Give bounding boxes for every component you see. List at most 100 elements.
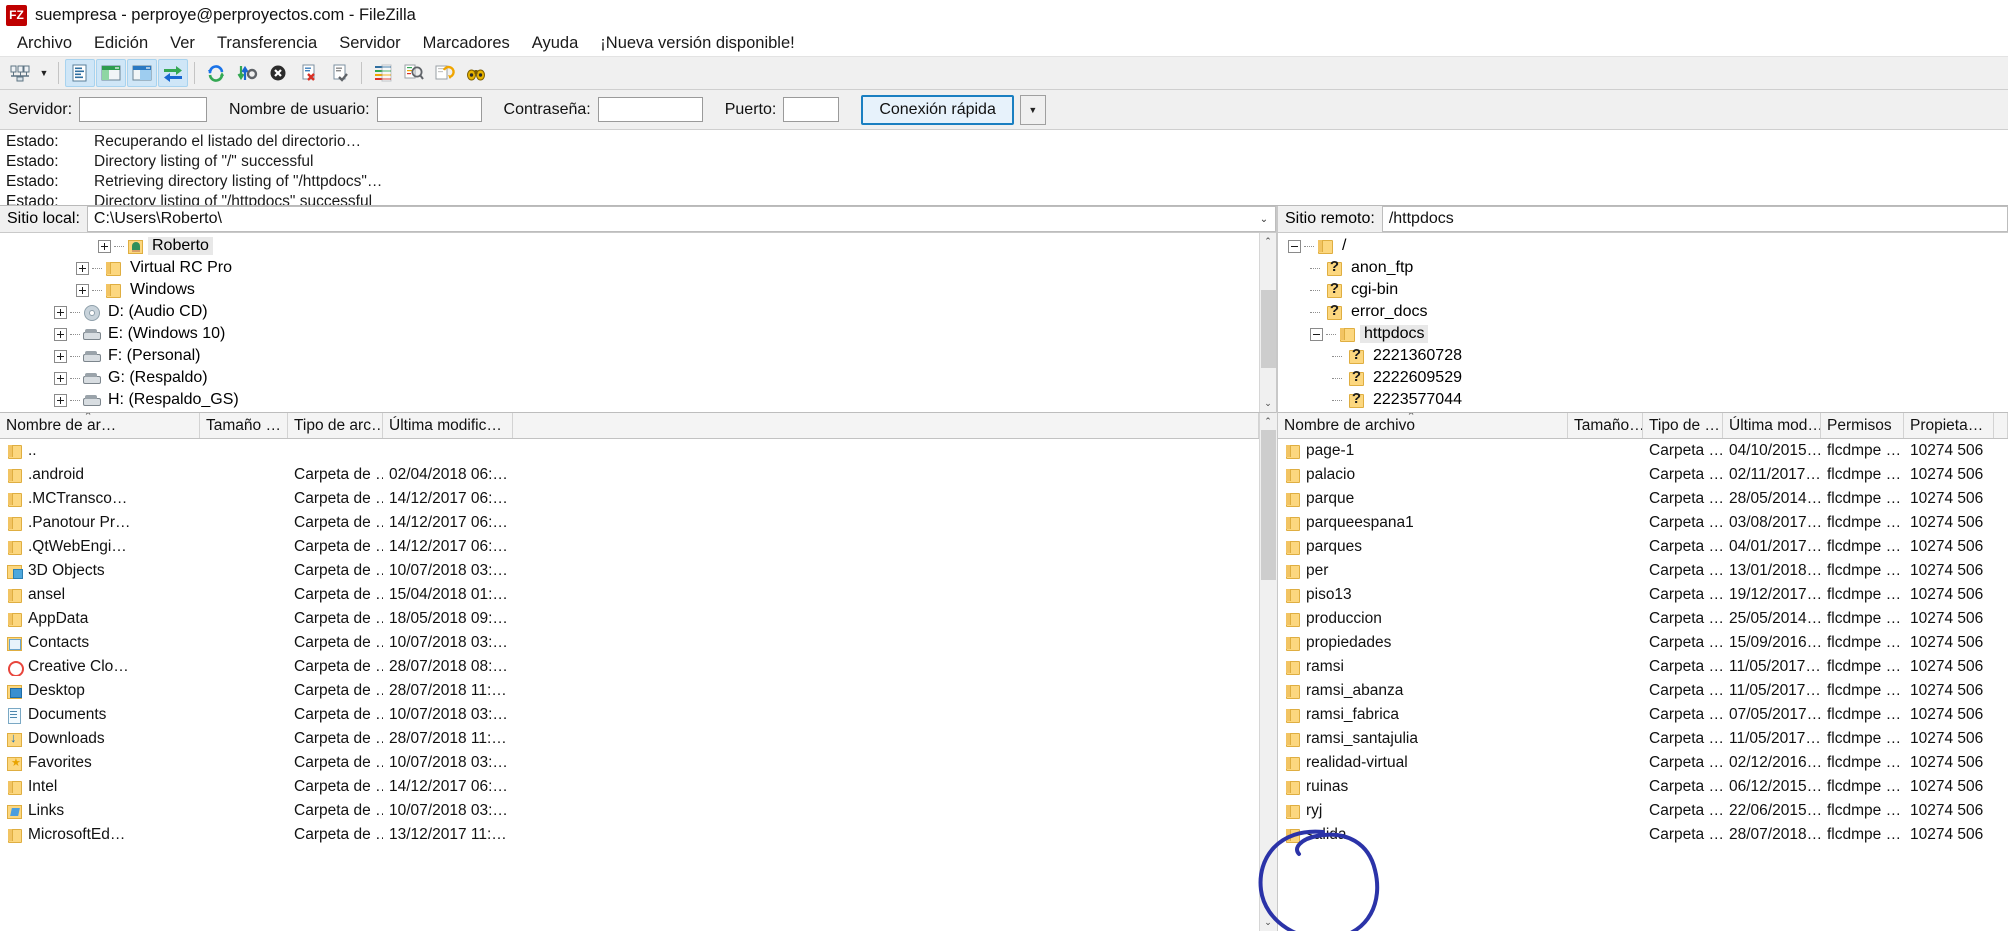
file-row[interactable]: .MCTransco… Carpeta de … 14/12/2017 06:…: [0, 487, 1259, 511]
file-row[interactable]: Favorites Carpeta de … 10/07/2018 03:…: [0, 751, 1259, 775]
file-row[interactable]: salida Carpeta … 28/07/2018… flcdmpe … 10274…: [1278, 823, 2008, 847]
password-input[interactable]: [597, 97, 703, 122]
local-file-list-scrollbar[interactable]: ⌃ ⌄: [1259, 413, 1277, 931]
expand-icon[interactable]: [54, 349, 67, 363]
toggle-local-tree-icon[interactable]: [96, 59, 126, 87]
expand-icon[interactable]: [54, 371, 67, 385]
menu-item-marcadores[interactable]: Marcadores: [412, 32, 521, 55]
tree-item-[interactable]: /: [1278, 235, 2008, 257]
column-header-3[interactable]: Última mod…: [1723, 413, 1821, 438]
toggle-message-log-icon[interactable]: [65, 59, 95, 87]
column-header-3[interactable]: Última modific…: [383, 413, 513, 438]
file-row[interactable]: ..: [0, 439, 1259, 463]
toggle-transfer-queue-icon[interactable]: [158, 59, 188, 87]
expand-icon[interactable]: [76, 261, 89, 275]
local-tree-scrollbar[interactable]: ⌃ ⌄: [1259, 233, 1276, 412]
scroll-up-icon[interactable]: ⌃: [1259, 413, 1277, 430]
disconnect-icon[interactable]: [294, 59, 324, 87]
column-header-1[interactable]: Tamaño …: [200, 413, 288, 438]
file-row[interactable]: ramsi_santajulia Carpeta … 11/05/2017… flcd…: [1278, 727, 2008, 751]
file-row[interactable]: Contacts Carpeta de … 10/07/2018 03:…: [0, 631, 1259, 655]
file-row[interactable]: ramsi_abanza Carpeta … 11/05/2017… flcdmpe …: [1278, 679, 2008, 703]
directory-compare-icon[interactable]: [399, 59, 429, 87]
filter-icon[interactable]: [368, 59, 398, 87]
collapse-icon[interactable]: [1288, 239, 1301, 253]
reconnect-icon[interactable]: [325, 59, 355, 87]
quick-connect-dropdown-icon[interactable]: ▼: [1019, 94, 1046, 125]
server-input[interactable]: [79, 97, 208, 122]
column-header-1[interactable]: Tamaño…: [1568, 413, 1643, 438]
file-row[interactable]: Intel Carpeta de … 14/12/2017 06:…: [0, 775, 1259, 799]
file-row[interactable]: produccion Carpeta … 25/05/2014… flcdmpe … 1…: [1278, 607, 2008, 631]
local-path-value[interactable]: C:\Users\Roberto\: [88, 210, 1253, 228]
scroll-up-icon[interactable]: ⌃: [1259, 233, 1276, 250]
remote-path-combobox[interactable]: /httpdocs: [1382, 206, 2008, 232]
file-row[interactable]: ramsi Carpeta … 11/05/2017… flcdmpe … 10274 …: [1278, 655, 2008, 679]
local-file-list[interactable]: Nombre de ar… ⌃ Tamaño … Tipo de arc… Última…: [0, 413, 1277, 931]
file-row[interactable]: .QtWebEngi… Carpeta de … 14/12/2017 06:…: [0, 535, 1259, 559]
file-row[interactable]: propiedades Carpeta … 15/09/2016… flcdmpe ……: [1278, 631, 2008, 655]
remote-directory-tree[interactable]: /anon_ftp cgi-bin error_docs httpdocs 222136…: [1278, 233, 2008, 413]
menu-item-transferencia[interactable]: Transferencia: [206, 32, 328, 55]
file-row[interactable]: per Carpeta … 13/01/2018… flcdmpe … 10274 50…: [1278, 559, 2008, 583]
file-row[interactable]: ruinas Carpeta … 06/12/2015… flcdmpe … 10274…: [1278, 775, 2008, 799]
column-header-4[interactable]: Permisos: [1821, 413, 1904, 438]
file-row[interactable]: parques Carpeta … 04/01/2017… flcdmpe … 1027…: [1278, 535, 2008, 559]
tree-item-error-docs[interactable]: error_docs: [1278, 301, 2008, 323]
scroll-down-icon[interactable]: ⌄: [1259, 395, 1276, 412]
remote-path-value[interactable]: /httpdocs: [1383, 210, 2007, 228]
expand-icon[interactable]: [76, 283, 89, 297]
tree-item-windows[interactable]: Windows: [0, 279, 1259, 301]
menu-item-archivo[interactable]: Archivo: [6, 32, 83, 55]
local-file-scroll-track[interactable]: [1259, 430, 1277, 914]
menu-item-nueva-versi-n-disponible[interactable]: ¡Nueva versión disponible!: [589, 32, 805, 55]
tree-item-e-windows-10[interactable]: E: (Windows 10): [0, 323, 1259, 345]
toggle-remote-tree-icon[interactable]: [127, 59, 157, 87]
file-row[interactable]: AppData Carpeta de … 18/05/2018 09:…: [0, 607, 1259, 631]
expand-icon[interactable]: [98, 239, 111, 253]
file-row[interactable]: MicrosoftEd… Carpeta de … 13/12/2017 11:…: [0, 823, 1259, 847]
chevron-down-icon[interactable]: ⌄: [1253, 214, 1275, 225]
file-row[interactable]: palacio Carpeta … 02/11/2017… flcdmpe … 1027…: [1278, 463, 2008, 487]
tree-item-h-respaldo-gs[interactable]: H: (Respaldo_GS): [0, 389, 1259, 411]
file-row[interactable]: ramsi_fabrica Carpeta … 07/05/2017… flcdmpe…: [1278, 703, 2008, 727]
column-header-0[interactable]: Nombre de archivo ⌃: [1278, 413, 1568, 438]
column-header-5[interactable]: Propieta…: [1904, 413, 1994, 438]
file-row[interactable]: Creative Clo… Carpeta de … 28/07/2018 08:…: [0, 655, 1259, 679]
tree-item-httpdocs[interactable]: httpdocs: [1278, 323, 2008, 345]
expand-icon[interactable]: [54, 305, 67, 319]
local-file-scroll-thumb[interactable]: [1260, 430, 1276, 580]
tree-item-2223577044[interactable]: 2223577044: [1278, 389, 2008, 411]
tree-item-f-personal[interactable]: F: (Personal): [0, 345, 1259, 367]
tree-item-2221360728[interactable]: 2221360728: [1278, 345, 2008, 367]
file-row[interactable]: ansel Carpeta de … 15/04/2018 01:…: [0, 583, 1259, 607]
tree-item-g-respaldo[interactable]: G: (Respaldo): [0, 367, 1259, 389]
file-row[interactable]: realidad-virtual Carpeta … 02/12/2016… flcd…: [1278, 751, 2008, 775]
file-row[interactable]: 3D Objects Carpeta de … 10/07/2018 03:…: [0, 559, 1259, 583]
menu-item-ayuda[interactable]: Ayuda: [521, 32, 590, 55]
file-row[interactable]: Links Carpeta de … 10/07/2018 03:…: [0, 799, 1259, 823]
file-row[interactable]: parque Carpeta … 28/05/2014… flcdmpe … 10274…: [1278, 487, 2008, 511]
process-queue-icon[interactable]: [232, 59, 262, 87]
local-path-combobox[interactable]: C:\Users\Roberto\ ⌄: [87, 206, 1276, 232]
file-row[interactable]: .android Carpeta de … 02/04/2018 06:…: [0, 463, 1259, 487]
expand-icon[interactable]: [54, 393, 67, 407]
file-row[interactable]: page-1 Carpeta … 04/10/2015… flcdmpe … 10274…: [1278, 439, 2008, 463]
local-directory-tree[interactable]: Roberto Virtual RC Pro Windows D: (Audio CD…: [0, 233, 1276, 413]
file-row[interactable]: Documents Carpeta de … 10/07/2018 03:…: [0, 703, 1259, 727]
local-tree-scroll-track[interactable]: [1259, 250, 1276, 395]
tree-item-d-audio-cd[interactable]: D: (Audio CD): [0, 301, 1259, 323]
local-tree-scroll-thumb[interactable]: [1260, 290, 1276, 368]
collapse-icon[interactable]: [1310, 327, 1323, 341]
column-header-2[interactable]: Tipo de arc…: [288, 413, 383, 438]
menu-item-edici-n[interactable]: Edición: [83, 32, 159, 55]
tree-item-roberto[interactable]: Roberto: [0, 235, 1259, 257]
column-header-0[interactable]: Nombre de ar… ⌃: [0, 413, 200, 438]
menu-item-servidor[interactable]: Servidor: [328, 32, 411, 55]
menu-item-ver[interactable]: Ver: [159, 32, 206, 55]
tree-item-cgi-bin[interactable]: cgi-bin: [1278, 279, 2008, 301]
file-row[interactable]: piso13 Carpeta … 19/12/2017… flcdmpe … 10274…: [1278, 583, 2008, 607]
scroll-down-icon[interactable]: ⌄: [1259, 914, 1277, 931]
tree-item-2222609529[interactable]: 2222609529: [1278, 367, 2008, 389]
find-files-icon[interactable]: [461, 59, 491, 87]
